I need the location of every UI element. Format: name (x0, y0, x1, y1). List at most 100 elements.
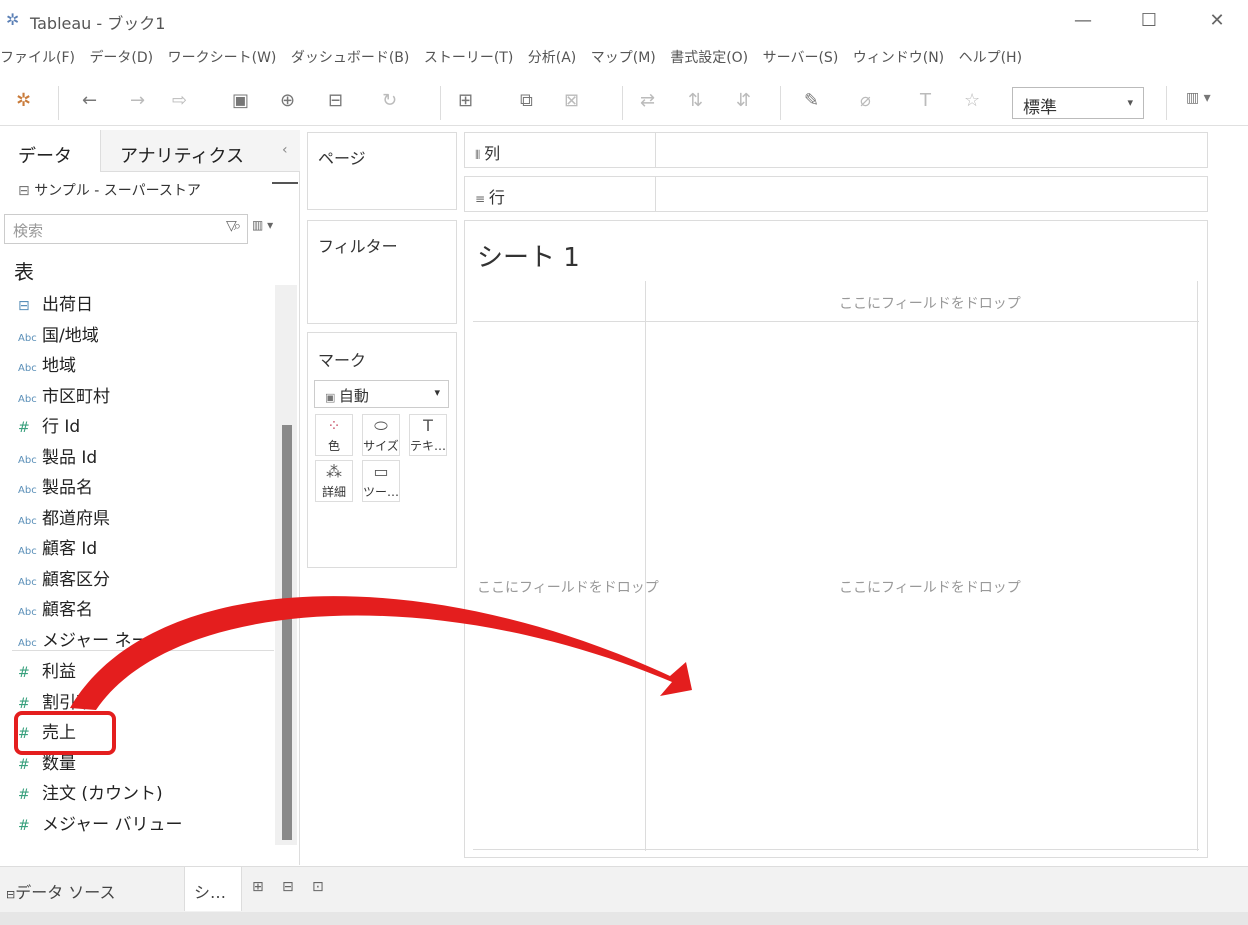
new-datasource-icon[interactable]: ⊕ (280, 90, 295, 111)
text-label: テキ… (410, 439, 447, 453)
rows-label: ≡ 行 (475, 184, 505, 208)
measures-divider (12, 650, 274, 651)
data-source-tab[interactable]: ⊟データ ソース (6, 879, 116, 903)
close-button[interactable]: ✕ (1202, 8, 1232, 34)
detail-icon: ⁂ (326, 462, 342, 481)
swap-icon[interactable]: ⇄ (640, 90, 655, 111)
menu-analysis[interactable]: 分析(A) (528, 44, 577, 72)
string-type-icon: Abc (18, 637, 37, 649)
clear-sheet-icon[interactable]: ⊠ (564, 90, 579, 111)
scrollbar-thumb[interactable] (282, 425, 292, 840)
sheet-tab-label: シ… (194, 883, 227, 902)
field-name: 注文 (カウント) (42, 784, 163, 804)
text-icon: T (423, 416, 433, 435)
string-type-icon: Abc (18, 546, 37, 557)
menu-dashboard[interactable]: ダッシュボード(B) (291, 44, 410, 72)
save-icon[interactable]: ▣ (232, 90, 249, 111)
menu-story[interactable]: ストーリー(T) (424, 44, 513, 72)
color-button[interactable]: ⁘ 色 (315, 414, 353, 456)
tooltip-button[interactable]: ▭ ツー… (362, 460, 400, 502)
menu-server[interactable]: サーバー(S) (763, 44, 839, 72)
refresh-icon[interactable]: ↻ (382, 90, 397, 111)
menu-window[interactable]: ウィンドウ(N) (853, 44, 944, 72)
menu-file[interactable]: ファイル(F) (0, 44, 75, 72)
new-dashboard-icon[interactable]: ⊟ (282, 879, 294, 895)
new-worksheet-icon[interactable]: ⊞ (458, 90, 473, 111)
mark-type-icon: ▣ (325, 391, 339, 404)
measure-type-icon: # (18, 787, 30, 803)
pages-shelf[interactable]: ページ (307, 132, 457, 210)
field-item[interactable]: # 利益 (18, 657, 76, 685)
field-item[interactable]: Abc 市区町村 (18, 382, 110, 410)
tab-data[interactable]: データ (18, 142, 72, 168)
field-name: 都道府県 (42, 508, 110, 529)
highlight-icon[interactable]: ✎ (804, 90, 819, 111)
field-item[interactable]: # 行 Id (18, 412, 80, 440)
menu-data[interactable]: データ(D) (89, 44, 153, 72)
field-name: 国/地域 (42, 325, 99, 346)
pause-update-icon[interactable]: ⊟ (328, 90, 343, 111)
field-name: 数量 (42, 753, 76, 774)
chevron-down-icon: ▾ (434, 386, 440, 399)
new-sheet-icon[interactable]: ⊞ (252, 879, 264, 895)
data-source-item[interactable]: ⊟ サンプル - スーパーストア (18, 180, 201, 200)
mark-type-select[interactable]: ▣ 自動 ▾ (314, 380, 449, 408)
search-input[interactable]: 検索 ⌕ (4, 214, 248, 244)
field-item[interactable]: # メジャー バリュー (18, 810, 183, 838)
menu-help[interactable]: ヘルプ(H) (959, 44, 1022, 72)
size-label: サイズ (363, 439, 399, 453)
pin-icon[interactable]: ☆ (964, 90, 980, 111)
menu-worksheet[interactable]: ワークシート(W) (168, 44, 277, 72)
drop-zone-rows[interactable]: ここにフィールドをドロップ (477, 577, 659, 597)
show-me-icon[interactable]: ▥ ▾ (1186, 90, 1211, 106)
size-icon: ⬭ (374, 416, 388, 435)
new-story-icon[interactable]: ⊡ (312, 879, 324, 895)
field-item[interactable]: Abc 都道府県 (18, 504, 110, 532)
field-item[interactable]: # 注文 (カウント) (18, 779, 163, 807)
field-item[interactable]: Abc 顧客 Id (18, 534, 97, 562)
columns-icon: ⦀ (475, 148, 485, 162)
maximize-button[interactable]: ☐ (1134, 8, 1164, 34)
text-button[interactable]: T テキ… (409, 414, 447, 456)
undo-icon[interactable]: ← (82, 90, 97, 111)
data-source-name: サンプル - スーパーストア (34, 183, 201, 199)
filter-icon[interactable]: ▽ (226, 218, 237, 234)
sort-desc-icon[interactable]: ⇵ (736, 90, 751, 111)
drop-zone-view[interactable]: ここにフィールドをドロップ (839, 577, 1021, 597)
sheet-title[interactable]: シート 1 (477, 237, 580, 274)
collapse-pane-button[interactable]: ‹ (282, 142, 288, 158)
field-item[interactable]: Abc 顧客区分 (18, 565, 110, 593)
field-name: 顧客区分 (42, 569, 110, 590)
group-icon[interactable]: ⌀ (860, 90, 871, 111)
tableau-home-icon[interactable]: ✲ (16, 90, 31, 111)
filters-shelf[interactable]: フィルター (307, 220, 457, 324)
field-item[interactable]: Abc 地域 (18, 351, 76, 379)
rows-shelf[interactable]: ≡ 行 (464, 176, 1208, 212)
redo-icon[interactable]: → (130, 90, 145, 111)
field-item[interactable]: ⊟ 出荷日 (18, 290, 93, 318)
columns-label: ⦀ 列 (475, 140, 500, 164)
labels-icon[interactable]: T (920, 90, 931, 111)
field-item[interactable]: Abc 製品 Id (18, 443, 97, 471)
pages-label: ページ (318, 149, 366, 168)
columns-shelf[interactable]: ⦀ 列 (464, 132, 1208, 168)
field-item[interactable]: Abc 国/地域 (18, 321, 99, 349)
minimize-button[interactable]: — (1068, 8, 1098, 34)
fit-select[interactable]: 標準 ▾ (1012, 87, 1144, 119)
duplicate-icon[interactable]: ⧉ (520, 90, 533, 111)
replay-icon[interactable]: ⇨ (172, 90, 187, 111)
field-item[interactable]: Abc 製品名 (18, 473, 93, 501)
detail-button[interactable]: ⁂ 詳細 (315, 460, 353, 502)
menu-map[interactable]: マップ(M) (591, 44, 656, 72)
view-options-icon[interactable]: ▥ ▾ (252, 218, 273, 232)
worksheet-canvas[interactable]: シート 1 ここにフィールドをドロップ ここにフィールドをドロップ ここにフィー… (464, 220, 1208, 858)
sort-asc-icon[interactable]: ⇅ (688, 90, 703, 111)
string-type-icon: Abc (18, 454, 37, 466)
tab-analytics[interactable]: アナリティクス (120, 142, 244, 168)
menu-format[interactable]: 書式設定(O) (670, 44, 748, 72)
toolbar: ✲ ← → ⇨ ▣ ⊕ ⊟ ↻ ⊞ ⧉ ⊠ ⇄ ⇅ ⇵ ✎ ⌀ T ☆ 標準 ▾… (0, 80, 1248, 126)
field-item[interactable]: Abc 顧客名 (18, 595, 93, 623)
size-button[interactable]: ⬭ サイズ (362, 414, 400, 456)
drop-zone-columns[interactable]: ここにフィールドをドロップ (839, 293, 1021, 313)
data-source-tab-label: データ ソース (15, 883, 116, 902)
